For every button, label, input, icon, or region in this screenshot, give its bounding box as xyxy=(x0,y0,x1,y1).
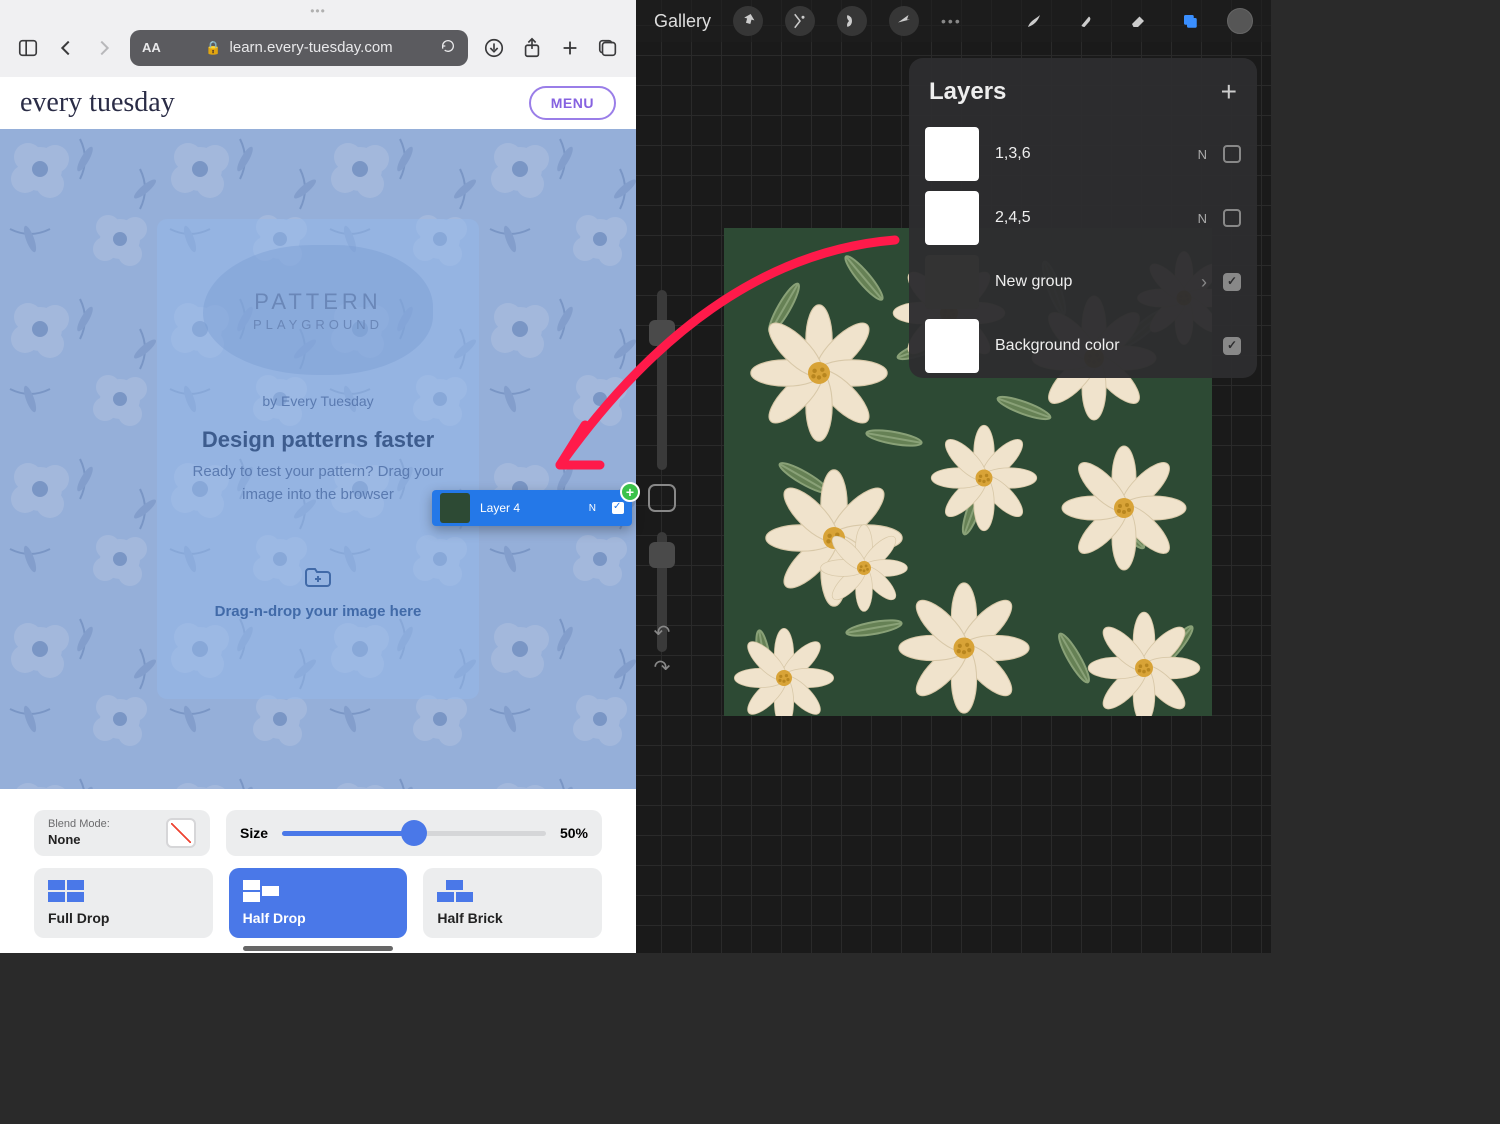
chevron-right-icon[interactable]: › xyxy=(1201,272,1207,293)
downloads-icon[interactable] xyxy=(482,36,506,60)
layer-visibility-checkbox[interactable] xyxy=(1223,337,1241,355)
brush-sliders xyxy=(644,290,680,652)
layer-thumbnail[interactable] xyxy=(925,255,979,309)
eraser-icon[interactable] xyxy=(1123,6,1153,36)
multitask-dots-right[interactable]: ••• xyxy=(941,13,962,29)
brush-size-slider[interactable] xyxy=(657,290,667,470)
half-brick-button[interactable]: Half Brick xyxy=(423,868,602,938)
brush-icon[interactable] xyxy=(1019,6,1049,36)
size-control: Size 50% xyxy=(226,810,602,856)
add-layer-button[interactable]: + xyxy=(1221,76,1237,108)
layer-row[interactable]: Background color xyxy=(909,314,1257,378)
controls-panel: Blend Mode: None Size 50% xyxy=(0,798,636,953)
pattern-playground-card: PATTERN PLAYGROUND by Every Tuesday Desi… xyxy=(157,219,479,699)
forward-button xyxy=(92,36,116,60)
brush-size-handle[interactable] xyxy=(649,320,675,346)
layer-row[interactable]: New group › xyxy=(909,250,1257,314)
blend-mode-swatch[interactable] xyxy=(166,818,196,848)
half-brick-icon xyxy=(437,880,475,902)
undo-redo: ↶ ↷ xyxy=(644,610,680,690)
menu-button[interactable]: MENU xyxy=(529,86,616,120)
site-logo[interactable]: every tuesday xyxy=(20,87,175,119)
safari-pane: ••• AA 🔒 learn.every-tuesday.com xyxy=(0,0,636,953)
dragging-layer-checkbox xyxy=(612,502,624,514)
half-drop-icon xyxy=(243,880,281,902)
dragging-layer-label: Layer 4 xyxy=(480,501,520,515)
size-slider[interactable] xyxy=(282,831,546,836)
new-tab-icon[interactable] xyxy=(558,36,582,60)
color-picker[interactable] xyxy=(1227,8,1253,34)
half-drop-button[interactable]: Half Drop xyxy=(229,868,408,938)
blend-mode-value: None xyxy=(48,832,81,847)
pattern-playground-logo: PATTERN PLAYGROUND xyxy=(203,245,433,375)
smudge-icon[interactable] xyxy=(1071,6,1101,36)
headline: Design patterns faster xyxy=(202,427,434,453)
layers-title: Layers xyxy=(929,78,1006,106)
safari-toolbar: AA 🔒 learn.every-tuesday.com xyxy=(0,18,636,77)
gallery-button[interactable]: Gallery xyxy=(654,11,711,32)
layer-thumbnail[interactable] xyxy=(925,319,979,373)
home-indicator[interactable] xyxy=(243,946,393,951)
dragging-layer-blend: N xyxy=(589,503,596,514)
size-value: 50% xyxy=(560,825,588,841)
layer-visibility-checkbox[interactable] xyxy=(1223,145,1241,163)
layer-visibility-checkbox[interactable] xyxy=(1223,209,1241,227)
sidebar-toggle-icon[interactable] xyxy=(16,36,40,60)
full-drop-button[interactable]: Full Drop xyxy=(34,868,213,938)
adjustments-icon[interactable] xyxy=(785,6,815,36)
slider-thumb[interactable] xyxy=(401,820,427,846)
layer-thumbnail[interactable] xyxy=(925,191,979,245)
transform-icon[interactable] xyxy=(889,6,919,36)
redo-button[interactable]: ↷ xyxy=(644,655,680,680)
undo-button[interactable]: ↶ xyxy=(644,620,680,645)
drop-zone[interactable]: Drag-n-drop your image here xyxy=(215,566,422,620)
dragging-layer[interactable]: Layer 4 N + xyxy=(432,490,632,526)
layer-blend-mode[interactable]: N xyxy=(1198,147,1207,162)
blend-mode-control[interactable]: Blend Mode: None xyxy=(34,810,210,856)
dragging-layer-thumbnail xyxy=(440,493,470,523)
site-header: every tuesday MENU xyxy=(0,77,636,129)
procreate-pane: Gallery ••• ↶ ↷ xyxy=(636,0,1271,953)
lock-icon: 🔒 xyxy=(205,40,221,56)
share-icon[interactable] xyxy=(520,36,544,60)
layer-row[interactable]: 1,3,6 N xyxy=(909,122,1257,186)
upload-folder-icon xyxy=(304,566,332,588)
actions-icon[interactable] xyxy=(733,6,763,36)
subheadline: Ready to test your pattern? Drag your im… xyxy=(181,461,455,506)
drop-zone-label: Drag-n-drop your image here xyxy=(215,603,422,620)
url-text: learn.every-tuesday.com xyxy=(230,39,393,56)
address-bar[interactable]: AA 🔒 learn.every-tuesday.com xyxy=(130,30,468,66)
procreate-toolbar: Gallery ••• xyxy=(636,0,1271,42)
full-drop-icon xyxy=(48,880,86,902)
layers-icon[interactable] xyxy=(1175,6,1205,36)
layer-blend-mode[interactable]: N xyxy=(1198,211,1207,226)
tabs-icon[interactable] xyxy=(596,36,620,60)
brush-opacity-handle[interactable] xyxy=(649,542,675,568)
layer-row[interactable]: 2,4,5 N xyxy=(909,186,1257,250)
layer-name[interactable]: Background color xyxy=(995,337,1207,355)
layer-name[interactable]: 2,4,5 xyxy=(995,209,1182,227)
layer-name[interactable]: New group xyxy=(995,273,1185,291)
layers-panel: Layers + 1,3,6 N 2,4,5 N New group › xyxy=(909,58,1257,378)
back-button[interactable] xyxy=(54,36,78,60)
reload-icon[interactable] xyxy=(440,38,456,58)
layer-name[interactable]: 1,3,6 xyxy=(995,145,1182,163)
pattern-background: PATTERN PLAYGROUND by Every Tuesday Desi… xyxy=(0,129,636,789)
layer-thumbnail[interactable] xyxy=(925,127,979,181)
byline: by Every Tuesday xyxy=(262,393,373,409)
drop-plus-icon: + xyxy=(620,482,640,502)
size-label: Size xyxy=(240,825,268,841)
selection-icon[interactable] xyxy=(837,6,867,36)
layer-visibility-checkbox[interactable] xyxy=(1223,273,1241,291)
reader-button[interactable]: AA xyxy=(142,40,161,55)
multitask-indicator[interactable]: ••• xyxy=(310,4,326,18)
modify-button[interactable] xyxy=(648,484,676,512)
blend-mode-label: Blend Mode: xyxy=(48,818,110,831)
